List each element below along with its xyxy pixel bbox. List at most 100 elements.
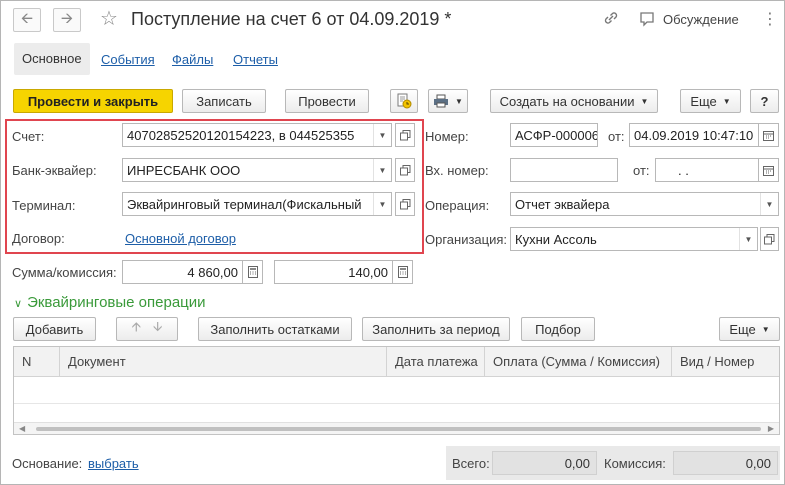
operation-value: Отчет эквайера — [515, 196, 610, 212]
scrollbar-thumb[interactable] — [36, 427, 761, 431]
save-button[interactable]: Записать — [182, 89, 266, 113]
calculator-icon — [247, 266, 258, 278]
print-button[interactable]: ▼ — [428, 89, 468, 113]
more-menu-icon[interactable]: ⋮ — [762, 9, 778, 29]
basis-select-link[interactable]: выбрать — [88, 456, 139, 471]
favorite-star-icon[interactable]: ☆ — [100, 6, 118, 31]
commission-value: 140,00 — [348, 264, 388, 280]
help-button[interactable]: ? — [750, 89, 779, 113]
table-more-button[interactable]: Еще ▼ — [719, 317, 780, 341]
terminal-open-button[interactable] — [395, 192, 415, 216]
number-field[interactable]: АСФР-000006 — [510, 123, 598, 147]
discussion-link[interactable]: Обсуждение — [663, 12, 739, 27]
open-window-icon — [764, 233, 775, 245]
horizontal-scrollbar[interactable]: ◀ ▶ — [14, 422, 779, 434]
open-window-icon — [399, 129, 411, 141]
operations-section-toggle[interactable]: ∨ Эквайринговые операции — [14, 294, 206, 311]
commission-field[interactable]: 140,00 — [274, 260, 393, 284]
table-row-divider — [14, 403, 779, 404]
account-label: Счет: — [12, 129, 45, 144]
tab-main[interactable]: Основное — [14, 43, 90, 75]
account-open-button[interactable] — [395, 123, 415, 147]
create-based-on-button[interactable]: Создать на основании ▼ — [490, 89, 658, 113]
fill-period-button[interactable]: Заполнить за период — [362, 317, 510, 341]
document-journal-button[interactable] — [390, 89, 418, 113]
chevron-down-icon: ▼ — [455, 96, 463, 106]
scroll-right-icon[interactable]: ▶ — [768, 424, 774, 433]
arrow-up-icon: 🡩 — [131, 319, 141, 334]
incoming-date-calendar-button[interactable] — [759, 158, 779, 182]
more-button[interactable]: Еще ▼ — [680, 89, 741, 113]
amount-label: Сумма/комиссия: — [12, 265, 117, 280]
chevron-down-icon[interactable]: ▼ — [760, 193, 778, 215]
arrow-down-icon: 🡫 — [153, 319, 163, 334]
operations-section-title: Эквайринговые операции — [27, 294, 206, 311]
calendar-icon — [763, 165, 774, 176]
commission-calculator-button[interactable] — [393, 260, 413, 284]
selection-button[interactable]: Подбор — [521, 317, 595, 341]
link-icon[interactable] — [603, 10, 619, 26]
fill-balances-button[interactable]: Заполнить остатками — [198, 317, 352, 341]
chevron-down-icon[interactable]: ▼ — [373, 124, 391, 146]
incoming-date-value: . . — [678, 162, 689, 178]
account-value: 40702852520120154223, в 044525355 — [127, 127, 355, 143]
window-title: Поступление на счет 6 от 04.09.2019 * — [131, 9, 452, 29]
tab-files[interactable]: Файлы — [172, 52, 213, 67]
chevron-down-icon[interactable]: ▼ — [373, 159, 391, 181]
incoming-number-field[interactable] — [510, 158, 618, 182]
column-header-payment[interactable]: Оплата (Сумма / Комиссия) — [485, 347, 672, 377]
column-header-n[interactable]: N — [14, 347, 60, 377]
acquirer-bank-field[interactable]: ИНРЕСБАНК ООО ▼ — [122, 158, 392, 182]
incoming-date-field[interactable]: . . — [655, 158, 759, 182]
amount-value: 4 860,00 — [187, 264, 238, 280]
column-header-payment-date[interactable]: Дата платежа — [387, 347, 485, 377]
document-clock-icon — [396, 93, 412, 109]
forward-button[interactable]: 🡪 — [53, 8, 81, 32]
number-label: Номер: — [425, 129, 469, 144]
account-field[interactable]: 40702852520120154223, в 044525355 ▼ — [122, 123, 392, 147]
basis-label: Основание: — [12, 456, 83, 471]
operations-table[interactable]: N Документ Дата платежа Оплата (Сумма / … — [13, 346, 780, 435]
open-window-icon — [399, 198, 411, 210]
printer-icon — [433, 94, 449, 108]
organization-value: Кухни Ассоль — [515, 231, 597, 247]
chevron-down-icon: ▼ — [722, 96, 731, 106]
acquirer-bank-label: Банк-эквайер: — [12, 163, 97, 178]
back-button[interactable]: 🡨 — [13, 8, 41, 32]
add-button[interactable]: Добавить — [13, 317, 96, 341]
date-calendar-button[interactable] — [759, 123, 779, 147]
operation-label: Операция: — [425, 198, 490, 213]
chevron-down-icon: ▼ — [640, 96, 649, 106]
column-header-kind-number[interactable]: Вид / Номер — [672, 347, 779, 377]
chevron-down-icon[interactable]: ▼ — [739, 228, 757, 250]
terminal-field[interactable]: Эквайринговый терминал(Фискальный ▼ — [122, 192, 392, 216]
table-more-label: Еще — [729, 321, 756, 337]
chevron-down-icon[interactable]: ▼ — [373, 193, 391, 215]
amount-calculator-button[interactable] — [243, 260, 263, 284]
organization-label: Организация: — [425, 232, 508, 247]
arrow-right-icon: 🡪 — [60, 9, 74, 27]
tab-events[interactable]: События — [101, 52, 155, 67]
move-buttons[interactable]: 🡩 🡫 — [116, 317, 178, 341]
scroll-left-icon[interactable]: ◀ — [19, 424, 25, 433]
column-header-document[interactable]: Документ — [60, 347, 387, 377]
total-commission-label: Комиссия: — [604, 456, 666, 471]
operation-select[interactable]: Отчет эквайера ▼ — [510, 192, 779, 216]
terminal-value: Эквайринговый терминал(Фискальный — [127, 196, 362, 212]
organization-open-button[interactable] — [760, 227, 779, 251]
discussion-icon[interactable] — [639, 11, 655, 27]
terminal-label: Терминал: — [12, 198, 76, 213]
post-button[interactable]: Провести — [285, 89, 369, 113]
total-value: 0,00 — [492, 451, 597, 475]
total-commission-value: 0,00 — [673, 451, 778, 475]
create-based-on-label: Создать на основании — [499, 93, 635, 109]
tab-reports[interactable]: Отчеты — [233, 52, 278, 67]
arrow-left-icon: 🡨 — [20, 9, 34, 27]
date-field[interactable]: 04.09.2019 10:47:10 — [629, 123, 759, 147]
amount-field[interactable]: 4 860,00 — [122, 260, 243, 284]
post-and-close-button[interactable]: Провести и закрыть — [13, 89, 173, 113]
acquirer-bank-open-button[interactable] — [395, 158, 415, 182]
total-label: Всего: — [452, 456, 490, 471]
contract-link[interactable]: Основной договор — [125, 231, 236, 246]
organization-field[interactable]: Кухни Ассоль ▼ — [510, 227, 758, 251]
